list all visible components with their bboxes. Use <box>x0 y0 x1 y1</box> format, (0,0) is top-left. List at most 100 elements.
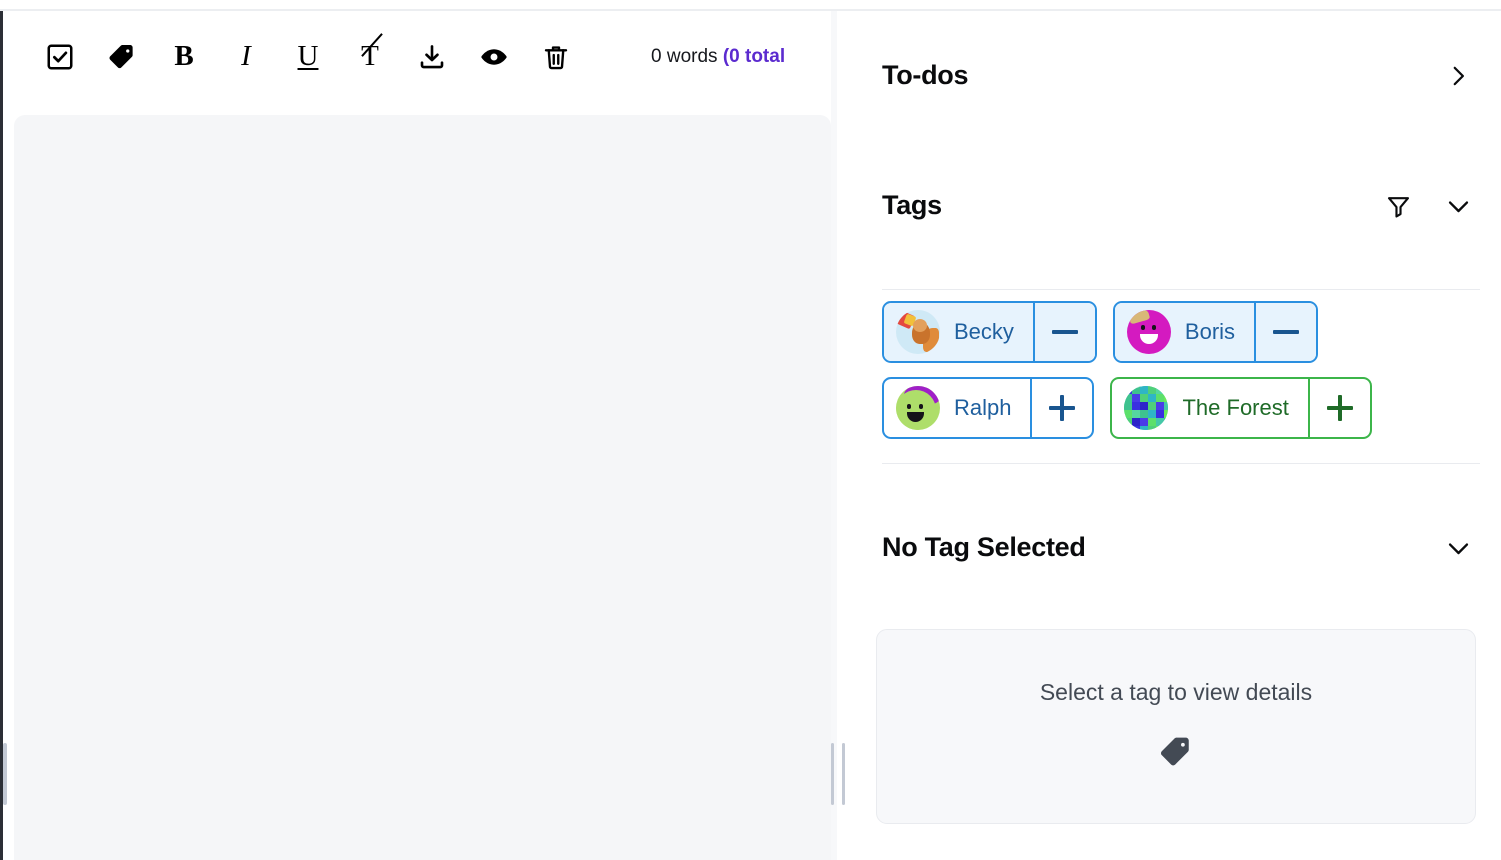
tag-chip-boris-main[interactable]: Boris <box>1114 303 1255 361</box>
avatar-pixel <box>1164 410 1169 418</box>
underline-icon[interactable]: U <box>285 34 331 80</box>
avatar-pixel <box>1124 418 1133 426</box>
avatar-pixel <box>1140 426 1149 430</box>
avatar-pixel <box>1124 386 1133 394</box>
tag-detail-empty-state: Select a tag to view details <box>876 629 1476 824</box>
todos-section-header[interactable]: To-dos <box>882 59 1475 93</box>
tag-detail-title: No Tag Selected <box>882 532 1086 563</box>
add-tag-ralph-button[interactable] <box>1030 379 1092 437</box>
remove-tag-becky-button[interactable] <box>1032 303 1095 361</box>
chevron-right-icon[interactable] <box>1441 59 1475 93</box>
tag-chip-ralph-main[interactable]: Ralph <box>884 379 1030 437</box>
tag-chip-boris[interactable]: Boris <box>1112 301 1319 363</box>
tag-chip-becky-label: Becky <box>954 319 1014 344</box>
splitter-line-left <box>831 743 834 805</box>
italic-icon[interactable]: I <box>223 34 269 80</box>
tags-title: Tags <box>882 190 942 221</box>
avatar-pixel <box>1132 402 1141 410</box>
tags-header-actions <box>1381 189 1475 223</box>
plus-icon <box>1326 395 1353 421</box>
avatar-pixel <box>1148 410 1157 418</box>
tag-chip-boris-label: Boris <box>1184 319 1236 344</box>
avatar-pixel <box>1140 410 1149 418</box>
remove-tag-boris-button[interactable] <box>1254 303 1317 361</box>
todos-title: To-dos <box>882 60 969 91</box>
avatar-pixel <box>1140 418 1149 426</box>
tags-top-divider <box>882 289 1480 290</box>
app-root: B I U T 0 words (0 total To-dos Tags Bec… <box>0 0 1501 860</box>
avatar-pixel <box>1124 402 1133 410</box>
tag-icon <box>1158 734 1194 775</box>
tag-chip-the-forest-main[interactable]: The Forest <box>1112 379 1307 437</box>
pixel-mosaic-avatar <box>1124 386 1169 430</box>
trash-icon[interactable] <box>533 34 579 80</box>
avatar-pixel <box>1148 402 1157 410</box>
pane-splitter-handle[interactable] <box>831 743 845 805</box>
tags-section-header[interactable]: Tags <box>882 189 1475 223</box>
avatar-pixel <box>1164 402 1169 410</box>
green-smiley-avatar <box>896 386 940 430</box>
plus-icon <box>1049 395 1076 421</box>
tag-detail-header-actions <box>1441 531 1475 565</box>
avatar-pixel <box>1164 418 1169 426</box>
tag-chip-ralph[interactable]: Ralph <box>882 377 1095 439</box>
strikethrough-icon[interactable]: T <box>347 33 393 80</box>
avatar-pixel <box>1156 394 1165 402</box>
avatar-pixel <box>1164 426 1169 430</box>
avatar-pixel <box>1164 386 1169 394</box>
avatar-pixel <box>1140 394 1149 402</box>
detail-collapse-chevron-down-icon[interactable] <box>1441 531 1475 565</box>
avatar-pixel <box>1148 418 1157 426</box>
word-count-plain: 0 words <box>651 45 723 67</box>
todos-header-actions <box>1441 59 1475 93</box>
tag-detail-section-header[interactable]: No Tag Selected <box>882 531 1475 565</box>
editor-toolbar: B I U T 0 words (0 total <box>3 11 831 102</box>
avatar-pixel <box>1132 394 1141 402</box>
avatar-pixel <box>1132 426 1141 430</box>
editor-pane: B I U T 0 words (0 total <box>3 11 831 860</box>
gutter-strip <box>831 11 837 860</box>
tag-list: Becky Boris Ralph The Forest <box>882 301 1482 439</box>
bold-icon[interactable]: B <box>161 34 207 80</box>
avatar-pixel <box>1124 426 1133 430</box>
minus-icon <box>1273 319 1300 345</box>
avatar-pixel <box>1156 418 1165 426</box>
avatar-pixel <box>1148 386 1157 394</box>
tag-chip-becky-main[interactable]: Becky <box>884 303 1033 361</box>
avatar-pixel <box>1156 410 1165 418</box>
avatar-pixel <box>1148 394 1157 402</box>
word-count-total: (0 total <box>722 45 786 67</box>
avatar-pixel <box>1124 394 1133 402</box>
avatar-pixel <box>1140 402 1149 410</box>
checkbox-icon[interactable] <box>37 34 83 80</box>
avatar-pixel <box>1132 386 1141 394</box>
word-count-label: 0 words (0 total <box>651 46 785 68</box>
tag-chip-the-forest[interactable]: The Forest <box>1110 377 1372 439</box>
tag-detail-empty-text: Select a tag to view details <box>1039 678 1313 705</box>
editor-text-area[interactable] <box>14 115 831 860</box>
avatar-pixel <box>1132 418 1141 426</box>
tag-chip-the-forest-label: The Forest <box>1182 395 1289 420</box>
avatar-pixel <box>1124 410 1133 418</box>
side-panel: To-dos Tags Becky Boris Ralph The Forest… <box>845 11 1501 860</box>
avatar-pixel <box>1140 386 1149 394</box>
squirrel-kite-avatar <box>896 310 940 354</box>
left-resize-handle[interactable] <box>3 743 7 805</box>
filter-icon[interactable] <box>1381 189 1415 223</box>
tags-bottom-divider <box>882 463 1480 464</box>
avatar-pixel <box>1156 386 1165 394</box>
add-tag-the-forest-button[interactable] <box>1307 379 1370 437</box>
tags-collapse-chevron-down-icon[interactable] <box>1441 189 1475 223</box>
tag-icon[interactable] <box>99 34 145 80</box>
magenta-smiley-avatar <box>1126 310 1171 354</box>
avatar-pixel <box>1156 402 1165 410</box>
preview-eye-icon[interactable] <box>471 34 517 80</box>
avatar-pixel <box>1156 426 1165 430</box>
minus-icon <box>1051 319 1078 345</box>
download-icon[interactable] <box>409 34 455 80</box>
tag-chip-becky[interactable]: Becky <box>882 301 1097 363</box>
avatar-pixel <box>1132 410 1141 418</box>
avatar-pixel <box>1164 394 1169 402</box>
avatar-pixel <box>1148 426 1157 430</box>
tag-chip-ralph-label: Ralph <box>954 395 1012 420</box>
